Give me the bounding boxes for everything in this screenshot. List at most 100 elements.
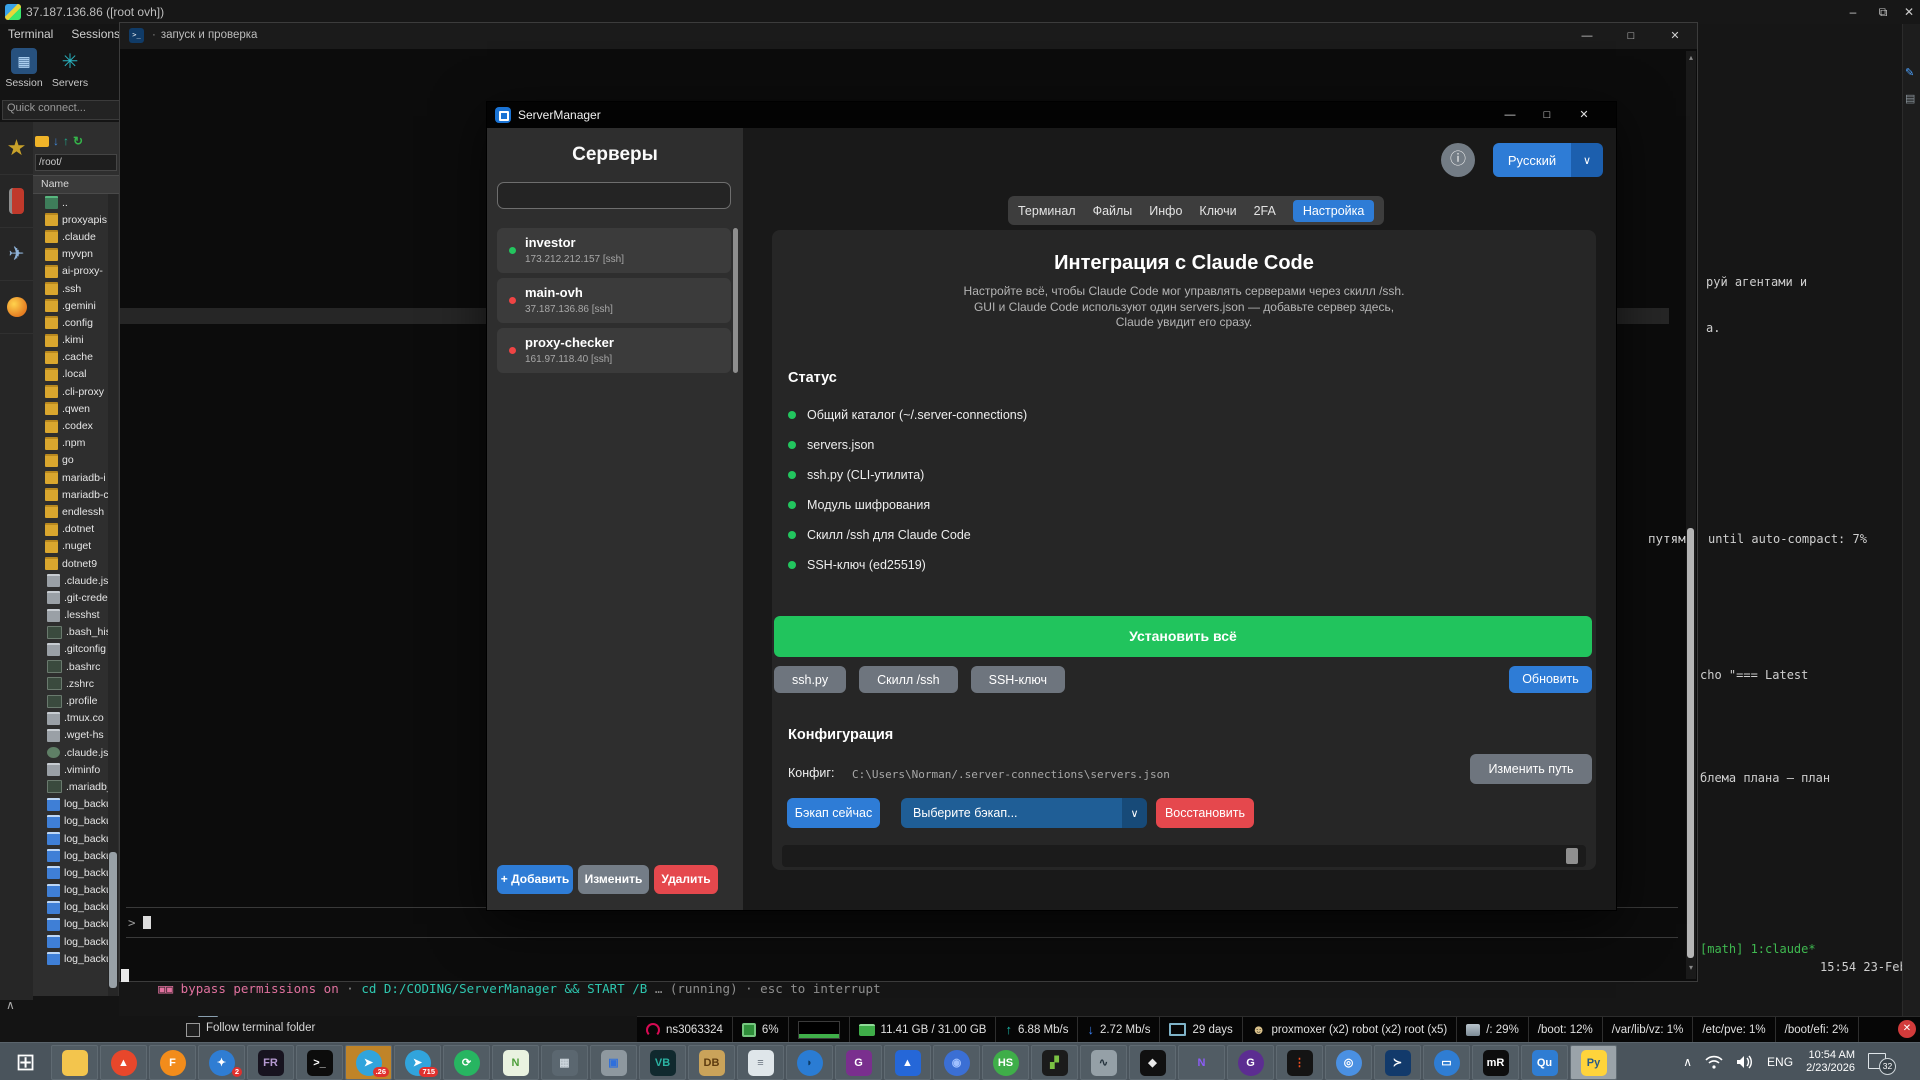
sidebar-file-item[interactable]: .profile — [45, 692, 108, 709]
sidebar-file-item[interactable]: .wget-hs — [45, 727, 108, 744]
moba-maximize-button[interactable]: ⧉ — [1870, 2, 1896, 22]
sidebar-name-header[interactable]: Name — [33, 175, 127, 194]
speaker-icon[interactable] — [1736, 1055, 1754, 1069]
telegram-2[interactable]: ➤ 715 — [394, 1045, 441, 1080]
calculator[interactable]: ▦ — [541, 1045, 588, 1080]
vb-app[interactable]: VB — [639, 1045, 686, 1080]
sidebar-file-item[interactable]: .cli-proxy — [45, 383, 108, 400]
tab[interactable]: Настройка — [1292, 199, 1375, 222]
terminal-minimize-button[interactable]: — — [1565, 23, 1609, 49]
sidebar-scrollbar-thumb[interactable] — [109, 852, 117, 988]
terminal-maximize-button[interactable]: □ — [1609, 23, 1653, 49]
chromium[interactable]: ◎ — [1325, 1045, 1372, 1080]
tab[interactable]: 2FA — [1254, 204, 1276, 218]
sidebar-path-field[interactable]: /root/ — [35, 154, 117, 171]
server-list-scrollbar[interactable] — [733, 228, 738, 373]
sidebar-file-item[interactable]: log_backu — [45, 933, 108, 950]
sidebar-file-item[interactable]: .mariadb_ — [45, 778, 108, 795]
firefox-browser[interactable]: F — [149, 1045, 196, 1080]
sidebar-file-item[interactable]: .gemini — [45, 297, 108, 314]
globe-icon[interactable] — [0, 281, 33, 334]
sidebar-file-item[interactable]: .viminfo — [45, 761, 108, 778]
sm-minimize-button[interactable]: — — [1492, 102, 1528, 128]
moba-close-button[interactable]: ✕ — [1896, 2, 1920, 22]
sidebar-file-item[interactable]: log_backu — [45, 796, 108, 813]
notification-center-button[interactable]: 32 — [1868, 1053, 1896, 1075]
n-logo-app[interactable]: N — [1178, 1045, 1225, 1080]
toolbar-servers-button[interactable]: ✳ Servers — [48, 48, 92, 90]
wifi-icon[interactable] — [1705, 1055, 1723, 1069]
sidebar-file-item[interactable]: .gitconfig — [45, 641, 108, 658]
language-dropdown[interactable]: Русский ∨ — [1493, 143, 1603, 177]
sidebar-file-item[interactable]: .claude.js — [45, 572, 108, 589]
sidebar-file-item[interactable]: .dotnet — [45, 521, 108, 538]
quick-connect-input[interactable]: Quick connect... — [2, 100, 124, 120]
download-icon[interactable]: ↓ — [53, 134, 59, 148]
figma[interactable]: ⋮ — [1276, 1045, 1323, 1080]
log-scrollbar-thumb[interactable] — [1566, 848, 1578, 864]
restore-button[interactable]: Восстановить — [1156, 798, 1254, 828]
toolbar-session-button[interactable]: ▦ Session — [2, 48, 46, 89]
brave-browser[interactable]: ▲ — [100, 1045, 147, 1080]
sidebar-file-item[interactable]: .lesshst — [45, 607, 108, 624]
game-app[interactable]: FR — [247, 1045, 294, 1080]
cmd-terminal[interactable]: >_ — [296, 1045, 343, 1080]
sidebar-file-item[interactable]: .npm — [45, 435, 108, 452]
scroll-up-arrow[interactable]: ▴ — [1686, 53, 1696, 62]
tray-expand-chevron-icon[interactable]: ∧ — [1683, 1055, 1692, 1069]
sidebar-file-item[interactable]: log_backu — [45, 899, 108, 916]
terminal-close-button[interactable]: ✕ — [1653, 23, 1697, 49]
tab[interactable]: Ключи — [1199, 204, 1236, 218]
tools-knife-icon[interactable] — [0, 175, 33, 228]
sidebar-file-item[interactable]: .ssh — [45, 280, 108, 297]
upload-icon[interactable]: ↑ — [63, 134, 69, 148]
panel-icon[interactable]: ▤ — [1905, 92, 1918, 105]
backup-now-button[interactable]: Бэкап сейчас — [787, 798, 880, 828]
tab[interactable]: Файлы — [1093, 204, 1133, 218]
folder-up-icon[interactable] — [35, 135, 49, 147]
photos-app[interactable]: ▲ — [884, 1045, 931, 1080]
mremoteng[interactable]: mR — [1472, 1045, 1519, 1080]
mascot-app[interactable]: ◉ — [933, 1045, 980, 1080]
sidebar-file-item[interactable]: .nuget — [45, 538, 108, 555]
notepad-plus[interactable]: N — [492, 1045, 539, 1080]
statusbar-close-icon[interactable]: ✕ — [1898, 1020, 1916, 1038]
sm-close-button[interactable]: ✕ — [1566, 102, 1602, 128]
component-button[interactable]: SSH-ключ — [970, 666, 1065, 693]
sidebar-file-item[interactable]: .zshrc — [45, 675, 108, 692]
delete-server-button[interactable]: Удалить — [654, 865, 718, 894]
moba-minimize-button[interactable]: – — [1840, 2, 1866, 22]
server-search-input[interactable] — [497, 182, 731, 209]
server-item[interactable]: investor 173.212.212.157 [ssh] — [497, 228, 731, 273]
edit-pencil-icon[interactable]: ✎ — [1905, 66, 1918, 79]
sidebar-file-item[interactable]: .tmux.co — [45, 710, 108, 727]
python-active[interactable]: Py — [1570, 1045, 1617, 1080]
sidebar-file-item[interactable]: .local — [45, 366, 108, 383]
terminal-input[interactable]: > — [128, 915, 152, 930]
sidebar-file-item[interactable]: mariadb-c — [45, 486, 108, 503]
powershell[interactable]: ≻ — [1374, 1045, 1421, 1080]
sidebar-file-item[interactable]: proxyapis — [45, 211, 108, 228]
monitor-wave-app[interactable]: ∿ — [1080, 1045, 1127, 1080]
github[interactable]: G — [1227, 1045, 1274, 1080]
scroll-down-arrow[interactable]: ▾ — [1686, 963, 1696, 972]
refresh-icon[interactable]: ↻ — [73, 134, 83, 148]
change-path-button[interactable]: Изменить путь — [1470, 754, 1592, 784]
servermanager-titlebar[interactable]: ServerManager — □ ✕ — [487, 102, 1616, 128]
info-button[interactable]: ⓘ — [1441, 143, 1475, 177]
sidebar-file-item[interactable]: log_backu — [45, 847, 108, 864]
heidisql[interactable]: HS — [982, 1045, 1029, 1080]
quick-utmo[interactable]: Qu — [1521, 1045, 1568, 1080]
terminal-titlebar[interactable]: >_ · запуск и проверка — □ ✕ — [120, 23, 1697, 49]
backup-log-area[interactable] — [782, 845, 1586, 867]
server-item[interactable]: proxy-checker 161.97.118.40 [ssh] — [497, 328, 731, 373]
component-button[interactable]: ssh.py — [774, 666, 847, 693]
sidebar-file-item[interactable]: ai-proxy- — [45, 263, 108, 280]
add-server-button[interactable]: + Добавить — [497, 865, 573, 894]
sidebar-file-item[interactable]: log_backu — [45, 830, 108, 847]
bird-app[interactable]: ◗ — [786, 1045, 833, 1080]
paper-plane-icon[interactable]: ✈ — [0, 228, 33, 281]
sidebar-file-item[interactable]: endlessh — [45, 503, 108, 520]
clock[interactable]: 10:54 AM 2/23/2026 — [1806, 1049, 1855, 1075]
sidebar-file-item[interactable]: log_backu — [45, 916, 108, 933]
